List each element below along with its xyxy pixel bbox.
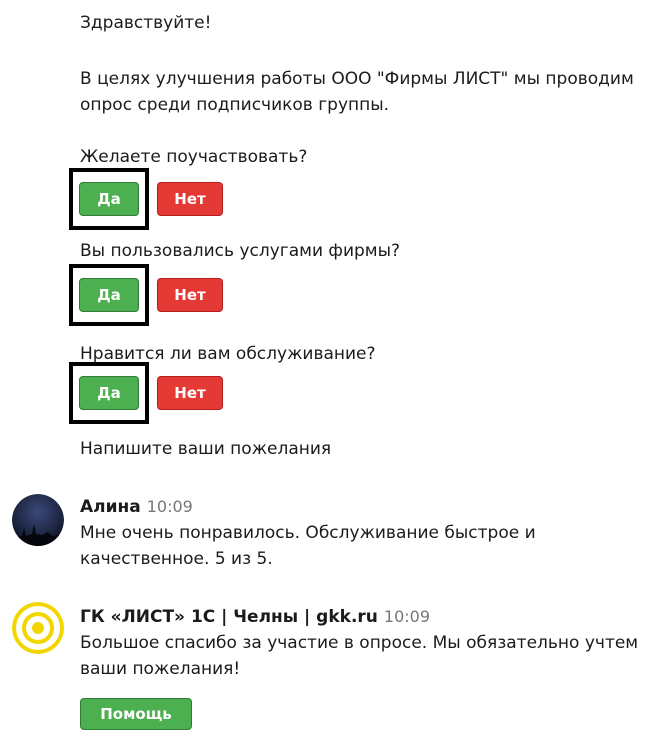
feedback-prompt: Напишите ваши пожелания xyxy=(80,439,332,459)
avatar[interactable] xyxy=(12,494,64,546)
message-text-line2: качественное. 5 из 5. xyxy=(80,549,273,569)
intro-text-line1: В целях улучшения работы ООО "Фирмы ЛИСТ… xyxy=(80,69,634,89)
message-header: ГК «ЛИСТ» 1С | Челны | gkk.ru 10:09 xyxy=(80,606,430,628)
no-button[interactable]: Нет xyxy=(157,376,223,410)
intro-text-line2: опрос среди подписчиков группы. xyxy=(80,95,390,115)
message-header: Алина 10:09 xyxy=(80,496,193,518)
avatar[interactable] xyxy=(12,602,64,654)
question-used-services: Вы пользовались услугами фирмы? xyxy=(80,241,401,261)
message-text-line2: ваши пожелания! xyxy=(80,659,241,679)
yes-button[interactable]: Да xyxy=(79,376,139,410)
author-name[interactable]: ГК «ЛИСТ» 1С | Челны | gkk.ru xyxy=(80,607,378,627)
yes-button[interactable]: Да xyxy=(79,278,139,312)
yes-button[interactable]: Да xyxy=(79,182,139,216)
author-name[interactable]: Алина xyxy=(80,497,141,517)
message-text-line1: Большое спасибо за участие в опросе. Мы … xyxy=(80,633,639,653)
message-text-line1: Мне очень понравилось. Обслуживание быст… xyxy=(80,523,536,543)
no-button[interactable]: Нет xyxy=(157,278,223,312)
greeting-text: Здравствуйте! xyxy=(80,13,212,33)
help-button[interactable]: Помощь xyxy=(80,698,192,730)
company-logo-icon xyxy=(12,602,64,654)
message-time: 10:09 xyxy=(146,497,193,516)
user-avatar-icon xyxy=(12,494,64,546)
question-participate: Желаете поучаствовать? xyxy=(80,147,308,167)
no-button[interactable]: Нет xyxy=(157,182,223,216)
message-time: 10:09 xyxy=(383,607,431,626)
